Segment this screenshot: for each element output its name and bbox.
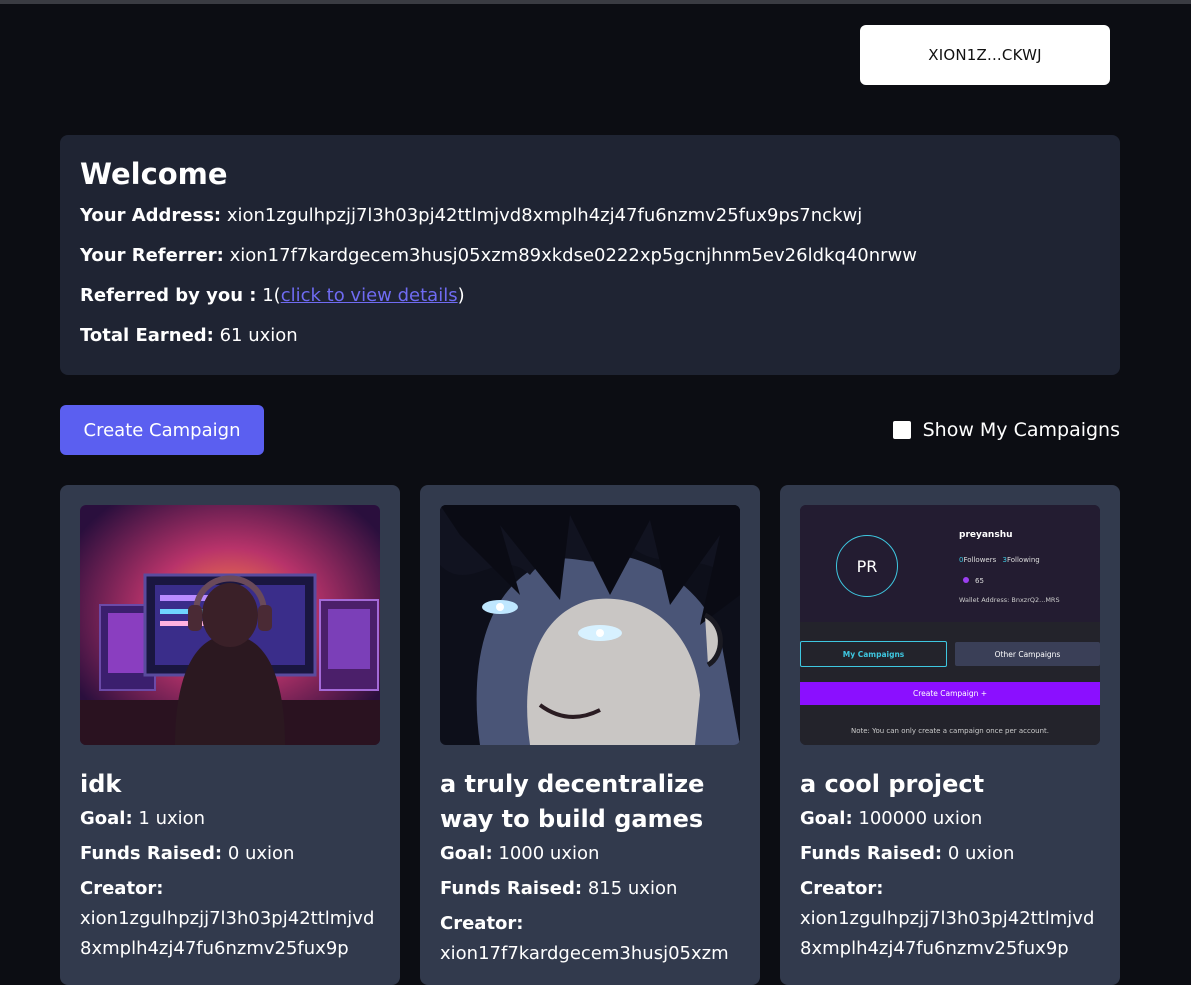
campaign-card[interactable]: a truly decentralize way to build games … [420,485,760,985]
profile-note: Note: You can only create a campaign onc… [850,727,1050,735]
campaign-card[interactable]: PR preyanshu 0Followers 3Following 65 Wa… [780,485,1120,985]
funds-value: 0 uxion [947,843,1015,864]
profile-create-button: Create Campaign + [800,682,1100,705]
funds-value: 815 uxion [587,878,678,899]
creator-label: Creator: [440,913,524,934]
campaign-title: idk [80,770,122,798]
profile-score: 65 [963,577,984,585]
avatar-initials: PR [856,556,878,576]
funds-label: Funds Raised: [80,843,223,864]
referrer-label: Your Referrer: [80,245,224,266]
funds-value: 0 uxion [227,843,295,864]
score-icon [963,577,969,583]
goal-label: Goal: [440,843,493,864]
earned-label: Total Earned: [80,325,214,346]
goal-value: 1000 uxion [498,843,600,864]
tab-other-campaigns: Other Campaigns [955,642,1100,666]
campaign-image-gamer [80,505,380,745]
show-my-campaigns-label: Show My Campaigns [922,419,1120,441]
referrer-value: xion17f7kardgecem3husj05xzm89xkdse0222xp… [229,245,917,266]
goal-label: Goal: [80,808,133,829]
welcome-title: Welcome [80,157,228,191]
creator-value: xion1zgulhpzjj7l3h03pj42ttlmjvd8xmplh4zj… [80,908,375,959]
show-my-campaigns-toggle[interactable]: Show My Campaigns [892,419,1120,441]
referred-count: 1( [262,285,281,306]
funds-label: Funds Raised: [440,878,583,899]
goal-value: 100000 uxion [858,808,983,829]
funds-label: Funds Raised: [800,843,943,864]
tab-my-campaigns: My Campaigns [800,641,947,667]
funds-row: Funds Raised: 0 uxion [80,843,380,865]
referrer-row: Your Referrer: xion17f7kardgecem3husj05x… [80,245,1100,267]
creator-label: Creator: [80,878,164,899]
campaign-title: a cool project [800,770,985,798]
goal-label: Goal: [800,808,853,829]
funds-row: Funds Raised: 0 uxion [800,843,1100,865]
profile-follow-stats: 0Followers 3Following [959,556,1040,564]
campaign-image-profile-screenshot: PR preyanshu 0Followers 3Following 65 Wa… [800,505,1100,745]
address-row: Your Address: xion1zgulhpzjj7l3h03pj42tt… [80,205,1100,227]
creator-value: xion1zgulhpzjj7l3h03pj42ttlmjvd8xmplh4zj… [800,908,1095,959]
referred-row: Referred by you : 1(click to view detail… [80,285,1100,307]
creator-row: Creator: [440,913,740,935]
show-my-campaigns-checkbox[interactable] [892,421,911,439]
goal-row: Goal: 100000 uxion [800,808,1100,830]
welcome-panel: Welcome Your Address: xion1zgulhpzjj7l3h… [60,135,1120,375]
referred-close: ) [457,285,465,306]
profile-name: preyanshu [959,530,1013,540]
goal-row: Goal: 1000 uxion [440,843,740,865]
campaign-image-anime [440,505,740,745]
earned-value: 61 uxion [219,325,298,346]
campaign-title: a truly decentralize way to build games [440,770,705,833]
creator-row: Creator: [80,878,380,900]
referred-label: Referred by you : [80,285,257,306]
campaign-card[interactable]: idk Goal: 1 uxion Funds Raised: 0 uxion … [60,485,400,985]
browser-top-border [0,0,1191,4]
creator-label: Creator: [800,878,884,899]
address-label: Your Address: [80,205,222,226]
view-referral-details-link[interactable]: click to view details [281,285,458,306]
earned-row: Total Earned: 61 uxion [80,325,1100,347]
profile-wallet: Wallet Address: BnxzrQ2...MRS [959,596,1060,604]
create-campaign-button[interactable]: Create Campaign [60,405,264,455]
wallet-address-button[interactable]: XION1Z...CKWJ [860,25,1110,85]
creator-value: xion17f7kardgecem3husj05xzm [440,943,729,964]
funds-row: Funds Raised: 815 uxion [440,878,740,900]
goal-value: 1 uxion [138,808,206,829]
avatar: PR [836,535,898,597]
goal-row: Goal: 1 uxion [80,808,380,830]
address-value: xion1zgulhpzjj7l3h03pj42ttlmjvd8xmplh4zj… [226,205,863,226]
creator-row: Creator: [800,878,1100,900]
